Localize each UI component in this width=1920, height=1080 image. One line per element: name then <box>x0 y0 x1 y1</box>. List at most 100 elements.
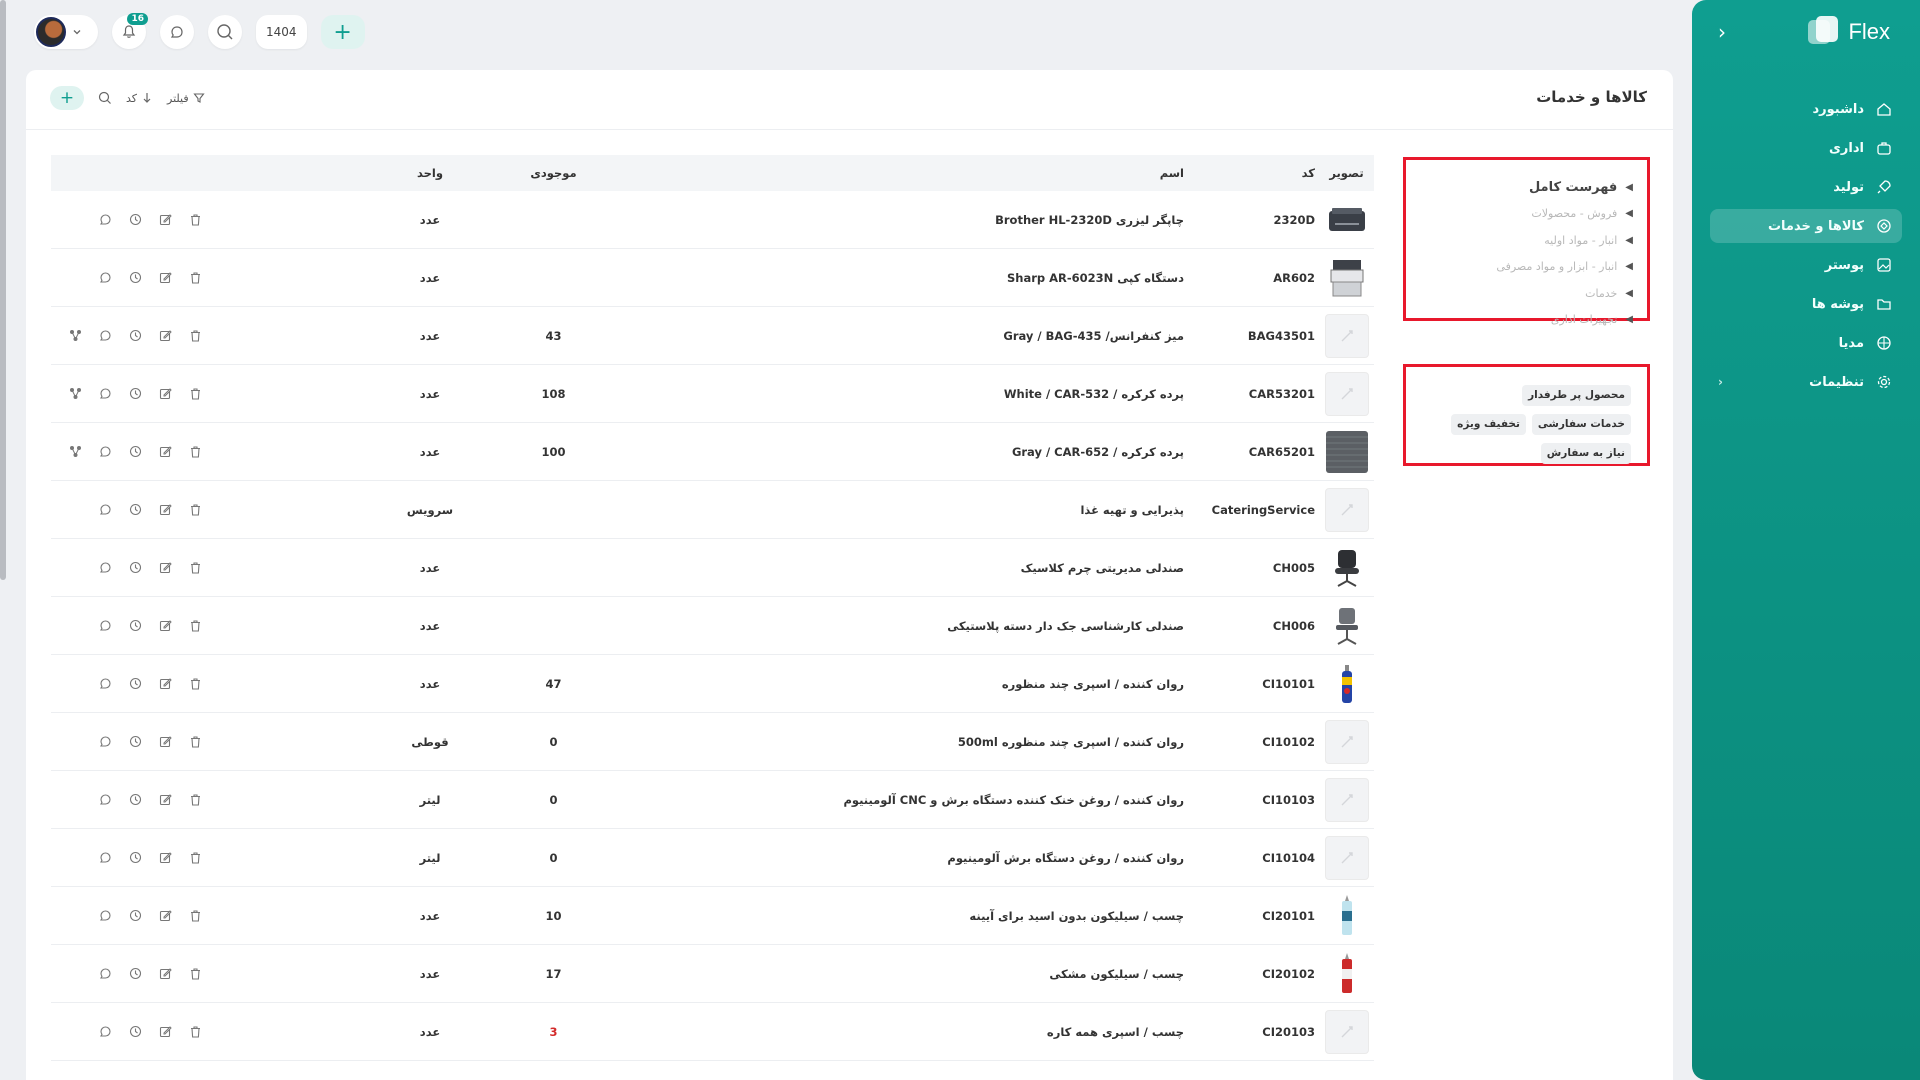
product-thumbnail[interactable] <box>1324 487 1369 532</box>
edit-button[interactable] <box>156 443 174 461</box>
trash-button[interactable] <box>186 849 204 867</box>
product-name[interactable]: چاپگر لیزری Brother HL-2320D <box>611 213 1244 227</box>
chat-button[interactable] <box>96 791 114 809</box>
category-item[interactable]: ◀ فروش - محصولات <box>1420 201 1633 228</box>
category-item[interactable]: ◀ خدمات <box>1420 280 1633 307</box>
product-name[interactable]: چسب / اسپری همه کاره <box>611 1025 1244 1039</box>
variants-button[interactable] <box>66 385 84 403</box>
chat-button[interactable] <box>96 269 114 287</box>
edit-button[interactable] <box>156 965 174 983</box>
chat-button[interactable] <box>96 617 114 635</box>
trash-button[interactable] <box>186 559 204 577</box>
chat-button[interactable] <box>96 211 114 229</box>
search-tool-button[interactable] <box>98 91 112 105</box>
trash-button[interactable] <box>186 675 204 693</box>
product-thumbnail[interactable] <box>1324 1009 1369 1054</box>
history-button[interactable] <box>126 675 144 693</box>
header-stock[interactable]: موجودی <box>466 166 611 180</box>
trash-button[interactable] <box>186 443 204 461</box>
trash-button[interactable] <box>186 791 204 809</box>
table-row[interactable]: 2320D چاپگر لیزری Brother HL-2320D عدد <box>51 191 1374 249</box>
product-name[interactable]: چسب / سیلیکون بدون اسید برای آیینه <box>611 909 1244 923</box>
table-row[interactable]: CI10101 روان کننده / اسپری چند منظوره 47 عد… <box>51 655 1374 713</box>
product-name[interactable]: روان کننده / روغن دستگاه برش آلومینیوم <box>611 851 1244 865</box>
product-thumbnail[interactable] <box>1324 603 1369 648</box>
table-row[interactable]: CH005 صندلی مدیریتی چرم کلاسیک عدد <box>51 539 1374 597</box>
history-button[interactable] <box>126 385 144 403</box>
product-name[interactable]: روان کننده / اسپری چند منظوره 500ml <box>611 735 1244 749</box>
product-name[interactable]: صندلی کارشناسی جک دار دسته پلاستیکی <box>611 619 1244 633</box>
sort-button[interactable]: کد <box>126 92 153 105</box>
chat-button[interactable] <box>96 501 114 519</box>
page-scrollbar[interactable] <box>0 0 6 580</box>
collapse-sidebar-chevron-icon[interactable]: ‹ <box>1718 20 1726 44</box>
chat-button[interactable] <box>96 849 114 867</box>
history-button[interactable] <box>126 907 144 925</box>
quick-add-button[interactable]: + <box>320 15 365 49</box>
product-thumbnail[interactable] <box>1324 835 1369 880</box>
product-name[interactable]: روان کننده / روغن خنک کننده دستگاه برش و… <box>611 793 1244 807</box>
edit-button[interactable] <box>156 907 174 925</box>
edit-button[interactable] <box>156 269 174 287</box>
header-unit[interactable]: واحد <box>394 166 466 180</box>
edit-button[interactable] <box>156 733 174 751</box>
table-row[interactable]: CH006 صندلی کارشناسی جک دار دسته پلاستیکی… <box>51 597 1374 655</box>
table-row[interactable]: CAR65201 پرده کرکره / Gray / CAR-652 100 عد… <box>51 423 1374 481</box>
edit-button[interactable] <box>156 327 174 345</box>
history-button[interactable] <box>126 501 144 519</box>
trash-button[interactable] <box>186 211 204 229</box>
table-row[interactable]: CAR53201 پرده کرکره / White / CAR-532 108 ع… <box>51 365 1374 423</box>
chat-button[interactable] <box>96 907 114 925</box>
history-button[interactable] <box>126 791 144 809</box>
edit-button[interactable] <box>156 501 174 519</box>
filter-button[interactable]: فیلتر <box>167 92 205 105</box>
chat-button[interactable] <box>96 733 114 751</box>
history-button[interactable] <box>126 559 144 577</box>
trash-button[interactable] <box>186 733 204 751</box>
chat-button[interactable] <box>96 385 114 403</box>
sidebar-item[interactable]: مدیا <box>1710 326 1902 360</box>
header-code[interactable]: کد <box>1244 166 1319 180</box>
tag-chip[interactable]: محصول پر طرفدار <box>1522 385 1631 406</box>
product-name[interactable]: روان کننده / اسپری چند منظوره <box>611 677 1244 691</box>
edit-button[interactable] <box>156 559 174 577</box>
sidebar-item[interactable]: تنظیمات ‹ <box>1710 365 1902 399</box>
sidebar-item[interactable]: پوستر <box>1710 248 1902 282</box>
sidebar-item[interactable]: پوشه ها <box>1710 287 1902 321</box>
trash-button[interactable] <box>186 965 204 983</box>
product-thumbnail[interactable] <box>1324 545 1369 590</box>
header-image[interactable]: تصویر <box>1319 166 1374 180</box>
table-row[interactable]: CateringService پذیرایی و تهیه غذا سرویس <box>51 481 1374 539</box>
tag-chip[interactable]: تخفیف ویژه <box>1451 414 1526 435</box>
variants-button[interactable] <box>66 327 84 345</box>
edit-button[interactable] <box>156 675 174 693</box>
category-item[interactable]: ◀ تجهیزات اداری <box>1420 307 1633 334</box>
product-thumbnail[interactable] <box>1324 255 1369 300</box>
header-name[interactable]: اسم <box>611 166 1244 180</box>
sidebar-item[interactable]: اداری <box>1710 131 1902 165</box>
category-item[interactable]: ◀ انبار - ابزار و مواد مصرفی <box>1420 254 1633 281</box>
history-button[interactable] <box>126 1023 144 1041</box>
product-name[interactable]: صندلی مدیریتی چرم کلاسیک <box>611 561 1244 575</box>
chat-button[interactable] <box>96 965 114 983</box>
edit-button[interactable] <box>156 617 174 635</box>
edit-button[interactable] <box>156 1023 174 1041</box>
product-name[interactable]: پذیرایی و تهیه غذا <box>611 503 1244 517</box>
history-button[interactable] <box>126 617 144 635</box>
trash-button[interactable] <box>186 327 204 345</box>
trash-button[interactable] <box>186 617 204 635</box>
category-item[interactable]: ◀ فهرست کامل <box>1420 174 1633 201</box>
product-name[interactable]: میز کنفرانس/ Gray / BAG-435 <box>611 329 1244 343</box>
table-row[interactable]: CI10104 روان کننده / روغن دستگاه برش آلوم… <box>51 829 1374 887</box>
product-thumbnail[interactable] <box>1324 371 1369 416</box>
trash-button[interactable] <box>186 501 204 519</box>
product-name[interactable]: پرده کرکره / Gray / CAR-652 <box>611 445 1244 459</box>
table-row[interactable]: CI10103 روان کننده / روغن خنک کننده دستگا… <box>51 771 1374 829</box>
table-row[interactable]: CI20103 چسب / اسپری همه کاره 3 عدد <box>51 1003 1374 1061</box>
chat-button[interactable] <box>96 559 114 577</box>
product-thumbnail[interactable] <box>1324 313 1369 358</box>
table-row[interactable]: CI10102 روان کننده / اسپری چند منظوره 500… <box>51 713 1374 771</box>
product-thumbnail[interactable] <box>1324 951 1369 996</box>
trash-button[interactable] <box>186 907 204 925</box>
product-thumbnail[interactable] <box>1324 197 1369 242</box>
